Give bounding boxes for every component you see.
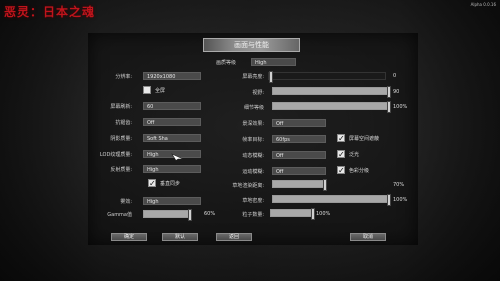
particles-slider[interactable] (270, 208, 315, 220)
dynblur-label: 动态模糊: (242, 153, 264, 159)
game-logo: 恶灵：日本之魂 (4, 5, 96, 19)
gamma-knob[interactable] (188, 209, 192, 221)
grass-distance-value: 70% (393, 182, 405, 188)
lod-slider[interactable] (272, 101, 391, 113)
gamma-slider[interactable] (143, 209, 192, 221)
fog-label: 雾效: (120, 199, 132, 205)
resolution-label: 分辨率: (115, 74, 132, 80)
colorgrade-checkbox[interactable]: ✓ (337, 166, 345, 175)
ssao-checkbox[interactable]: ✓ (337, 134, 345, 143)
shadow-dropdown[interactable]: Soft Sha (143, 134, 201, 142)
ssao-label: 屏幕空间遮蔽 (349, 136, 380, 142)
shadow-label: 阴影质量: (110, 136, 132, 142)
colorgrade-label: 色彩分级 (349, 168, 370, 174)
bloom-checkbox[interactable]: ✓ (337, 150, 345, 159)
reflection-dropdown[interactable]: High (143, 165, 201, 173)
refresh-dropdown[interactable]: 60 (143, 102, 201, 110)
particles-knob[interactable] (311, 208, 315, 220)
back-button[interactable]: 返回 (216, 233, 252, 241)
brightness-label: 屏幕亮度: (242, 74, 264, 80)
motionblur-label: 运动模糊: (242, 169, 264, 175)
fps-dropdown[interactable]: 60fps (272, 135, 326, 143)
quality-label: 画质等级 (216, 60, 237, 66)
particles-label: 粒子数量: (242, 212, 264, 218)
dof-dropdown[interactable]: Off (272, 119, 326, 127)
lod-knob[interactable] (387, 101, 391, 113)
texture-label: LOD纹理质量: (99, 152, 132, 158)
motionblur-dropdown[interactable]: Off (272, 167, 326, 175)
cancel-button[interactable]: 取消 (350, 233, 386, 241)
apply-button[interactable]: 确定 (111, 233, 147, 241)
grass-distance-label: 草地渲染距离: (232, 183, 264, 189)
grass-density-slider[interactable] (272, 194, 391, 206)
lod-label: 细节等级 (243, 105, 264, 111)
default-button[interactable]: 默认 (162, 233, 198, 241)
resolution-dropdown[interactable]: 1920x1080 (143, 72, 201, 80)
fullscreen-label: 全屏 (155, 88, 166, 94)
brightness-value: 0 (393, 73, 397, 79)
bloom-label: 泛光 (349, 152, 360, 158)
grass-distance-knob[interactable] (323, 179, 327, 191)
version-label: Alpha 0.0.16 (470, 2, 496, 7)
fov-knob[interactable] (387, 86, 391, 98)
fov-value: 90 (393, 89, 400, 95)
grass-density-knob[interactable] (387, 194, 391, 206)
fps-label: 帧率目标: (242, 137, 264, 143)
gamma-label: Gamma值 (107, 212, 132, 218)
reflection-label: 反射质量: (110, 167, 132, 173)
vsync-label: 垂直同步 (160, 181, 181, 187)
dynblur-dropdown[interactable]: Off (272, 151, 326, 159)
grass-distance-slider[interactable] (272, 179, 327, 191)
brightness-knob[interactable] (269, 71, 273, 83)
mouse-cursor-icon (171, 153, 184, 161)
particles-value: 100% (316, 211, 331, 217)
grass-density-label: 草地密度: (242, 198, 264, 204)
panel-title: 画面与性能 (203, 38, 300, 52)
grass-density-value: 100% (393, 197, 408, 203)
vsync-checkbox[interactable]: ✓ (148, 179, 156, 188)
refresh-label: 屏幕刷新: (110, 104, 132, 110)
fov-slider[interactable] (272, 86, 391, 98)
quality-dropdown[interactable]: High (251, 58, 296, 66)
fog-dropdown[interactable]: High (143, 197, 201, 205)
aa-label: 抗锯齿: (115, 120, 132, 126)
fov-label: 视野: (252, 90, 264, 96)
brightness-slider[interactable] (268, 71, 386, 83)
lod-value: 100% (393, 104, 408, 110)
dof-label: 景深效果: (242, 121, 264, 127)
aa-dropdown[interactable]: Off (143, 118, 201, 126)
fullscreen-checkbox[interactable] (143, 86, 151, 94)
